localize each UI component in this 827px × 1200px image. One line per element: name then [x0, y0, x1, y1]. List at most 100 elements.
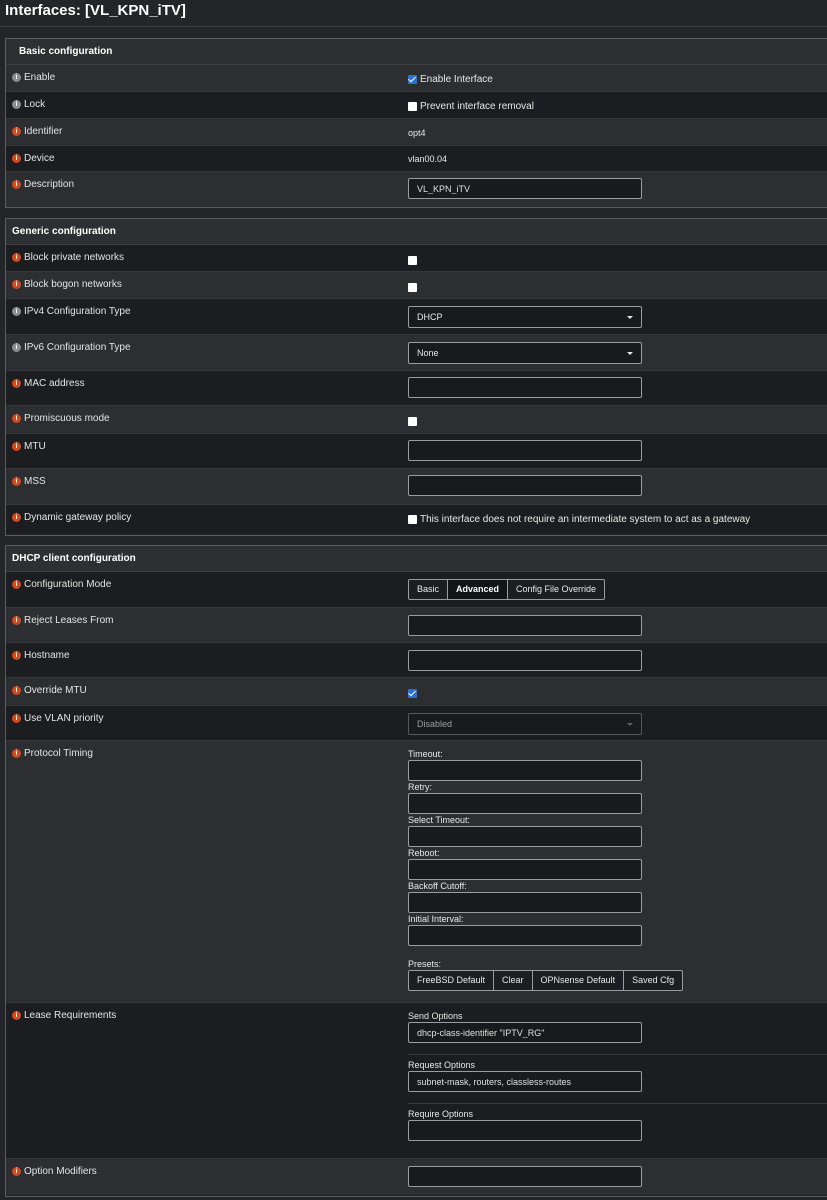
info-icon[interactable]: i	[12, 307, 21, 316]
info-icon[interactable]: i	[12, 616, 21, 625]
gateway-policy-checkbox-group[interactable]: This interface does not require an inter…	[408, 514, 750, 525]
timing-fields: Timeout: Retry: Select Timeout: Reboot: …	[408, 748, 684, 991]
row-config-mode: i Configuration Mode Basic Advanced Confi…	[6, 572, 827, 608]
reboot-input[interactable]	[408, 859, 642, 880]
label-text: Enable	[24, 72, 56, 83]
label-text: Reject Leases From	[24, 615, 114, 626]
lock-checkbox-group[interactable]: Prevent interface removal	[408, 101, 534, 112]
info-icon[interactable]: i	[12, 73, 21, 82]
chevron-down-icon	[627, 723, 633, 726]
gateway-policy-checkbox[interactable]	[408, 515, 417, 524]
label-text: Block private networks	[24, 252, 125, 263]
label-text: Use VLAN priority	[24, 713, 104, 724]
vlan-priority-select[interactable]: Disabled	[408, 713, 642, 735]
divider	[408, 1054, 827, 1055]
timeout-label: Timeout:	[408, 749, 443, 759]
info-icon[interactable]: i	[12, 180, 21, 189]
field-label: i Description	[12, 179, 74, 190]
row-lease-requirements: iLease Requirements Send Options Request…	[6, 1003, 827, 1159]
row-lock: i Lock Prevent interface removal	[6, 92, 827, 119]
send-options-input[interactable]	[408, 1022, 642, 1043]
enable-checkbox[interactable]	[408, 75, 417, 84]
mss-input[interactable]	[408, 475, 642, 496]
option-modifiers-input[interactable]	[408, 1166, 642, 1187]
info-icon[interactable]: i	[12, 651, 21, 660]
config-mode-toggle: Basic Advanced Config File Override	[408, 579, 606, 600]
label-text: Lock	[24, 99, 46, 110]
request-options-input[interactable]	[408, 1071, 642, 1092]
override-mtu-checkbox[interactable]	[408, 688, 417, 698]
block-bogon-checkbox[interactable]	[408, 282, 417, 292]
backoff-cutoff-input[interactable]	[408, 892, 642, 913]
label-text: MAC address	[24, 378, 85, 389]
lock-checkbox[interactable]	[408, 102, 417, 111]
reject-leases-input[interactable]	[408, 615, 642, 636]
select-timeout-input[interactable]	[408, 826, 642, 847]
retry-input[interactable]	[408, 793, 642, 814]
field-label: i Promiscuous mode	[12, 413, 110, 424]
initial-interval-input[interactable]	[408, 925, 642, 946]
preset-clear-button[interactable]: Clear	[493, 970, 533, 991]
field-label: i Reject Leases From	[12, 615, 113, 626]
info-icon[interactable]: i	[12, 749, 21, 758]
preset-freebsd-button[interactable]: FreeBSD Default	[408, 970, 495, 991]
chevron-down-icon	[627, 316, 633, 319]
label-text: Device	[24, 153, 55, 164]
label-text: Configuration Mode	[24, 579, 112, 590]
info-icon[interactable]: i	[12, 714, 21, 723]
row-ipv6-type: i IPv6 Configuration Type None	[6, 335, 827, 371]
info-icon[interactable]: i	[12, 154, 21, 163]
field-label: i Block bogon networks	[12, 279, 122, 290]
label-text: Protocol Timing	[24, 748, 93, 759]
divider	[408, 1103, 827, 1104]
select-value: DHCP	[417, 312, 443, 322]
info-icon[interactable]: i	[12, 442, 21, 451]
mtu-input[interactable]	[408, 440, 642, 461]
description-input[interactable]	[408, 178, 642, 199]
info-icon[interactable]: i	[12, 100, 21, 109]
preset-opnsense-button[interactable]: OPNsense Default	[531, 970, 625, 991]
info-icon[interactable]: i	[12, 343, 21, 352]
info-icon[interactable]: i	[12, 580, 21, 589]
enable-checkbox-group[interactable]: Enable Interface	[408, 74, 493, 85]
ipv6-type-select[interactable]: None	[408, 342, 642, 364]
field-label: i MSS	[12, 476, 46, 487]
row-hostname: i Hostname	[6, 643, 827, 678]
label-text: Option Modifiers	[24, 1166, 97, 1177]
row-block-bogon: i Block bogon networks	[6, 272, 827, 299]
promiscuous-checkbox[interactable]	[408, 416, 417, 426]
block-private-checkbox[interactable]	[408, 255, 417, 265]
row-identifier: i Identifier opt4	[6, 119, 827, 146]
label-text: Override MTU	[24, 685, 87, 696]
select-timeout-label: Select Timeout:	[408, 815, 471, 825]
hostname-input[interactable]	[408, 650, 642, 671]
info-icon[interactable]: i	[12, 253, 21, 262]
info-icon[interactable]: i	[12, 513, 21, 522]
info-icon[interactable]: i	[12, 686, 21, 695]
info-icon[interactable]: i	[12, 1167, 21, 1176]
preset-saved-cfg-button[interactable]: Saved Cfg	[623, 970, 684, 991]
mode-config-override-button[interactable]: Config File Override	[507, 579, 606, 600]
request-options-label: Request Options	[408, 1060, 476, 1070]
mac-address-input[interactable]	[408, 377, 642, 398]
row-device: i Device vlan00.04	[6, 146, 827, 172]
require-options-input[interactable]	[408, 1120, 642, 1141]
basic-configuration-section: Basic configuration i Enable Enable Inter…	[5, 38, 827, 208]
info-icon[interactable]: i	[12, 477, 21, 486]
presets-group: FreeBSD Default Clear OPNsense Default S…	[408, 970, 684, 991]
page-title: Interfaces: [VL_KPN_iTV]	[0, 0, 827, 27]
select-value: None	[417, 348, 439, 358]
label-text: Lease Requirements	[24, 1010, 117, 1021]
timeout-input[interactable]	[408, 760, 642, 781]
info-icon[interactable]: i	[12, 280, 21, 289]
info-icon[interactable]: i	[12, 127, 21, 136]
info-icon[interactable]: i	[12, 414, 21, 423]
field-label: i IPv4 Configuration Type	[12, 306, 131, 317]
row-enable: i Enable Enable Interface	[6, 65, 827, 92]
info-icon[interactable]: i	[12, 379, 21, 388]
info-icon[interactable]: i	[12, 1011, 21, 1020]
mode-basic-button[interactable]: Basic	[408, 579, 449, 600]
ipv4-type-select[interactable]: DHCP	[408, 306, 642, 328]
lease-options: Send Options Request Options Require Opt…	[408, 1010, 827, 1141]
mode-advanced-button[interactable]: Advanced	[447, 579, 509, 600]
